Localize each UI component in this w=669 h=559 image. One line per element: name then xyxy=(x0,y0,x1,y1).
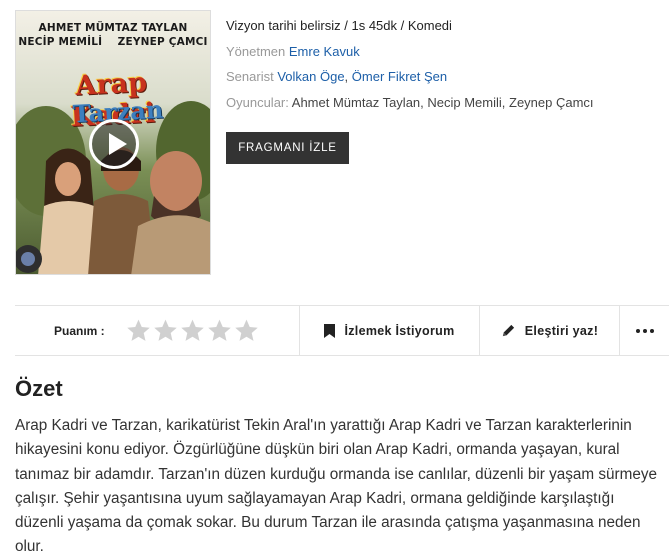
movie-poster[interactable]: AHMET MÜMTAZ TAYLAN NECİP MEMİLİ ZEYNEP … xyxy=(15,10,211,275)
writer-row: Senarist Volkan Öge, Ömer Fikret Şen xyxy=(226,69,594,95)
poster-cast-line-2: NECİP MEMİLİ ZEYNEP ÇAMCI xyxy=(18,36,208,48)
cast-row: Oyuncular: Ahmet Mümtaz Taylan, Necip Me… xyxy=(226,95,594,121)
movie-meta: Vizyon tarihi belirsiz / 1s 45dk / Komed… xyxy=(226,18,452,33)
director-label: Yönetmen xyxy=(226,43,286,59)
star-icon-3[interactable] xyxy=(180,318,205,343)
director-row: Yönetmen Emre Kavuk xyxy=(226,44,594,70)
write-review-button[interactable]: Eleştiri yaz! xyxy=(480,306,620,355)
rating-stars xyxy=(126,318,259,343)
more-dots-icon xyxy=(635,328,654,333)
star-icon-5[interactable] xyxy=(234,318,259,343)
watchlist-label: İzlemek İstiyorum xyxy=(344,323,455,338)
summary-heading: Özet xyxy=(15,376,63,401)
writer-link-1[interactable]: Volkan Öge xyxy=(277,69,344,84)
watchlist-button[interactable]: İzlemek İstiyorum xyxy=(300,306,480,355)
cast-list: Ahmet Mümtaz Taylan, Necip Memili, Zeyne… xyxy=(291,94,594,110)
pencil-icon xyxy=(502,324,514,337)
director-link[interactable]: Emre Kavuk xyxy=(289,44,360,59)
movie-info: Vizyon tarihi belirsiz / 1s 45dk / Komed… xyxy=(226,18,594,120)
star-icon-2[interactable] xyxy=(153,318,178,343)
action-bar: Puanım : İzlemek İstiyorum Eleştiri yaz! xyxy=(15,305,669,356)
bookmark-icon xyxy=(324,323,336,338)
star-icon-1[interactable] xyxy=(126,318,151,343)
rating-section: Puanım : xyxy=(15,306,300,355)
writer-separator: , xyxy=(344,69,352,84)
summary-text: Arap Kadri ve Tarzan, karikatürist Tekin… xyxy=(15,417,658,556)
play-trailer-icon[interactable] xyxy=(89,119,139,169)
rating-label: Puanım : xyxy=(54,323,105,338)
writer-label: Senarist xyxy=(226,69,274,84)
watch-trailer-button[interactable]: FRAGMANI İZLE xyxy=(226,132,349,164)
poster-cast-line-1: AHMET MÜMTAZ TAYLAN xyxy=(38,22,188,34)
more-options-button[interactable] xyxy=(620,306,669,355)
cast-label: Oyuncular: xyxy=(226,94,289,110)
review-label: Eleştiri yaz! xyxy=(524,323,599,338)
star-icon-4[interactable] xyxy=(207,318,232,343)
writer-link-2[interactable]: Ömer Fikret Şen xyxy=(352,69,447,84)
